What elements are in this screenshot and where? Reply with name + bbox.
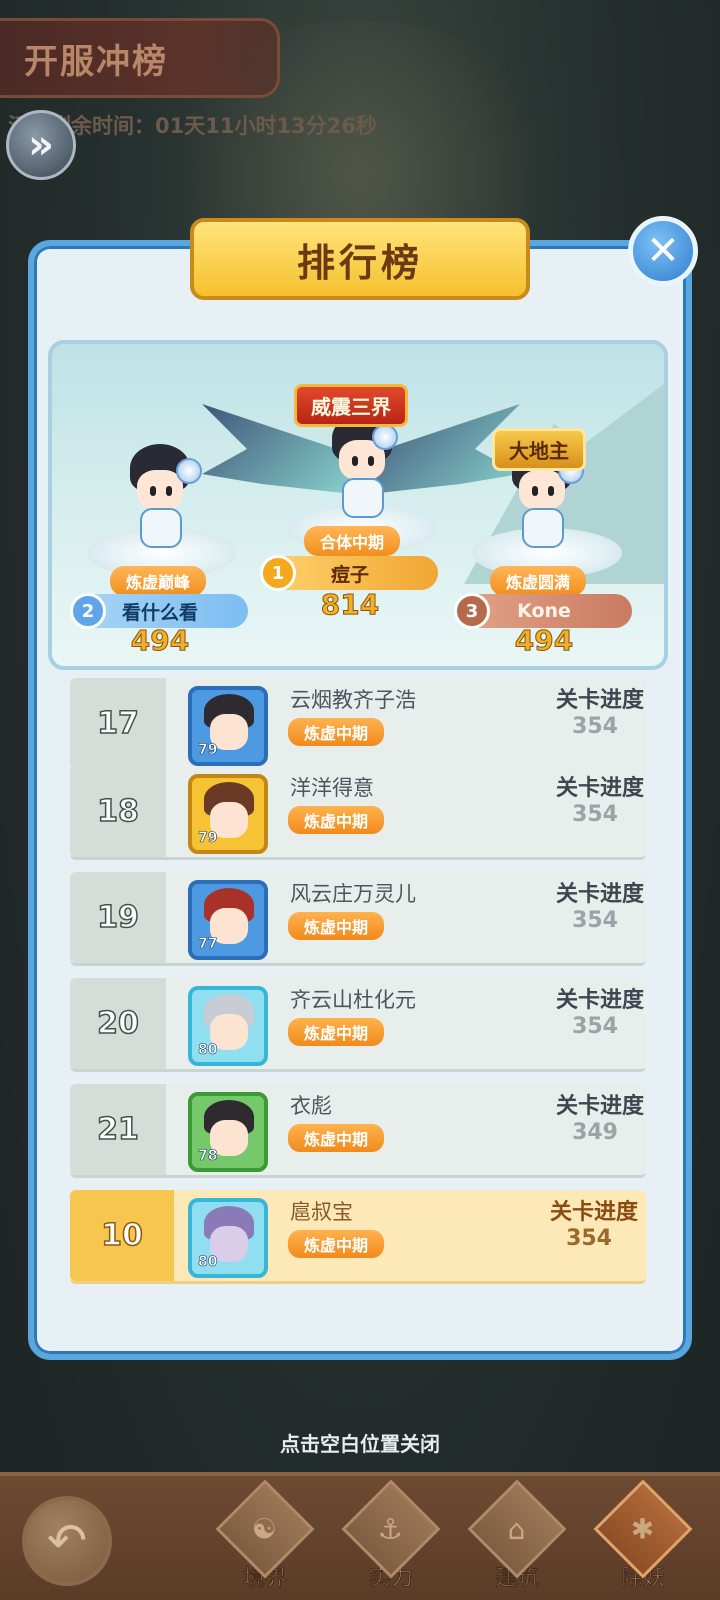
nav-item-realm[interactable]: ☯ 境界 bbox=[210, 1479, 320, 1596]
player-avatar[interactable]: 80 bbox=[188, 986, 268, 1066]
close-button[interactable]: ✕ bbox=[628, 216, 698, 286]
player-level: 80 bbox=[198, 1042, 218, 1059]
rank-number: 10 bbox=[70, 1190, 174, 1281]
realm-tag: 炼虚中期 bbox=[288, 718, 385, 746]
player-name: 衣彪 bbox=[290, 1094, 332, 1118]
nav-item-strength[interactable]: ⚓ 实力 bbox=[336, 1479, 446, 1596]
player-avatar[interactable]: 78 bbox=[188, 1092, 268, 1172]
event-title: 开服冲榜 bbox=[24, 41, 168, 82]
player-name-third: Kone bbox=[517, 600, 571, 622]
ranking-list[interactable]: 17 79 云烟教齐子浩 炼虚中期 关卡进度 354 18 79 洋洋得意 炼虚… bbox=[66, 678, 654, 1308]
score-second: 494 bbox=[130, 624, 190, 658]
progress-value: 354 bbox=[572, 1014, 618, 1039]
nav-item-building[interactable]: ⌂ 建筑 bbox=[462, 1479, 572, 1596]
player-level: 77 bbox=[198, 936, 218, 953]
progress-value: 349 bbox=[572, 1120, 618, 1145]
orb-icon bbox=[176, 458, 202, 484]
player-name: 云烟教齐子浩 bbox=[290, 688, 416, 712]
progress-value: 354 bbox=[572, 802, 618, 827]
tap-to-close-hint[interactable]: 点击空白位置关闭 bbox=[0, 1428, 720, 1457]
realm-tag: 炼虚中期 bbox=[288, 806, 385, 834]
podium: 威震三界 合体中期 痘子 1 814 炼虚巅峰 看什么看 2 494 大地主 炼… bbox=[48, 340, 668, 670]
my-rank-row[interactable]: 10 80 扈叔宝 炼虚中期 关卡进度 354 bbox=[70, 1190, 646, 1284]
realm-tag-third: 炼虚圆满 bbox=[490, 566, 587, 596]
player-level: 79 bbox=[198, 830, 218, 847]
pagoda-icon: ⌂ bbox=[508, 1512, 526, 1546]
back-button[interactable]: ↶ bbox=[22, 1496, 112, 1586]
player-name: 扈叔宝 bbox=[290, 1200, 353, 1224]
list-item[interactable]: 17 79 云烟教齐子浩 炼虚中期 关卡进度 354 bbox=[70, 678, 646, 772]
player-name: 洋洋得意 bbox=[290, 776, 374, 800]
back-arrow-icon: ↶ bbox=[46, 1513, 88, 1569]
rank-badge-first: 1 bbox=[260, 555, 296, 591]
realm-tag: 炼虚中期 bbox=[288, 1124, 385, 1152]
player-name: 齐云山杜化元 bbox=[290, 988, 416, 1012]
rank-number: 19 bbox=[70, 872, 166, 963]
rank-number: 21 bbox=[70, 1084, 166, 1175]
list-item[interactable]: 18 79 洋洋得意 炼虚中期 关卡进度 354 bbox=[70, 766, 646, 860]
player-name: 风云庄万灵儿 bbox=[290, 882, 416, 906]
list-item[interactable]: 21 78 衣彪 炼虚中期 关卡进度 349 bbox=[70, 1084, 646, 1178]
progress-label: 关卡进度 bbox=[549, 1200, 638, 1225]
event-banner: 开服冲榜 bbox=[0, 18, 280, 98]
progress-label: 关卡进度 bbox=[555, 988, 644, 1013]
close-icon: ✕ bbox=[646, 228, 680, 274]
progress-label: 关卡进度 bbox=[555, 1094, 644, 1119]
rank-number: 18 bbox=[70, 766, 166, 857]
double-chevron-right-icon: » bbox=[28, 122, 54, 168]
panel-title-ribbon: 排行榜 bbox=[164, 218, 556, 300]
player-level: 80 bbox=[198, 1254, 218, 1271]
player-avatar[interactable]: 80 bbox=[188, 1198, 268, 1278]
realm-tag-first: 合体中期 bbox=[304, 526, 401, 556]
progress-label: 关卡进度 bbox=[555, 688, 644, 713]
realm-tag: 炼虚中期 bbox=[288, 1230, 385, 1258]
rank-number: 20 bbox=[70, 978, 166, 1069]
player-name-first: 痘子 bbox=[330, 563, 369, 586]
paw-icon: ✱ bbox=[631, 1512, 655, 1546]
score-third: 494 bbox=[514, 624, 574, 658]
realm-tag-second: 炼虚巅峰 bbox=[110, 566, 207, 596]
realm-tag: 炼虚中期 bbox=[288, 912, 385, 940]
list-item[interactable]: 19 77 风云庄万灵儿 炼虚中期 关卡进度 354 bbox=[70, 872, 646, 966]
rank-number: 17 bbox=[70, 678, 166, 769]
player-avatar[interactable]: 79 bbox=[188, 686, 268, 766]
progress-value: 354 bbox=[566, 1226, 612, 1251]
player-level: 78 bbox=[198, 1148, 218, 1165]
progress-value: 354 bbox=[572, 714, 618, 739]
yin-yang-icon: ☯ bbox=[252, 1512, 278, 1546]
progress-label: 关卡进度 bbox=[555, 882, 644, 907]
realm-tag: 炼虚中期 bbox=[288, 1018, 385, 1046]
anchor-icon: ⚓ bbox=[378, 1512, 404, 1546]
orb-icon bbox=[372, 424, 398, 450]
progress-value: 354 bbox=[572, 908, 618, 933]
bottom-nav: ↶ ☯ 境界 ⚓ 实力 ⌂ 建筑 ✱ 除妖 bbox=[0, 1472, 720, 1600]
player-avatar[interactable]: 77 bbox=[188, 880, 268, 960]
list-item[interactable]: 20 80 齐云山杜化元 炼虚中期 关卡进度 354 bbox=[70, 978, 646, 1072]
score-first: 814 bbox=[320, 588, 380, 622]
nav-item-demon-slaying[interactable]: ✱ 除妖 bbox=[588, 1479, 698, 1596]
panel-title: 排行榜 bbox=[296, 240, 423, 285]
player-level: 79 bbox=[198, 742, 218, 759]
title-badge-first: 威震三界 bbox=[294, 384, 408, 427]
expand-button[interactable]: » bbox=[6, 110, 76, 180]
progress-label: 关卡进度 bbox=[555, 776, 644, 801]
player-avatar[interactable]: 79 bbox=[188, 774, 268, 854]
title-badge-third: 大地主 bbox=[492, 428, 586, 471]
player-name-second: 看什么看 bbox=[121, 601, 198, 624]
